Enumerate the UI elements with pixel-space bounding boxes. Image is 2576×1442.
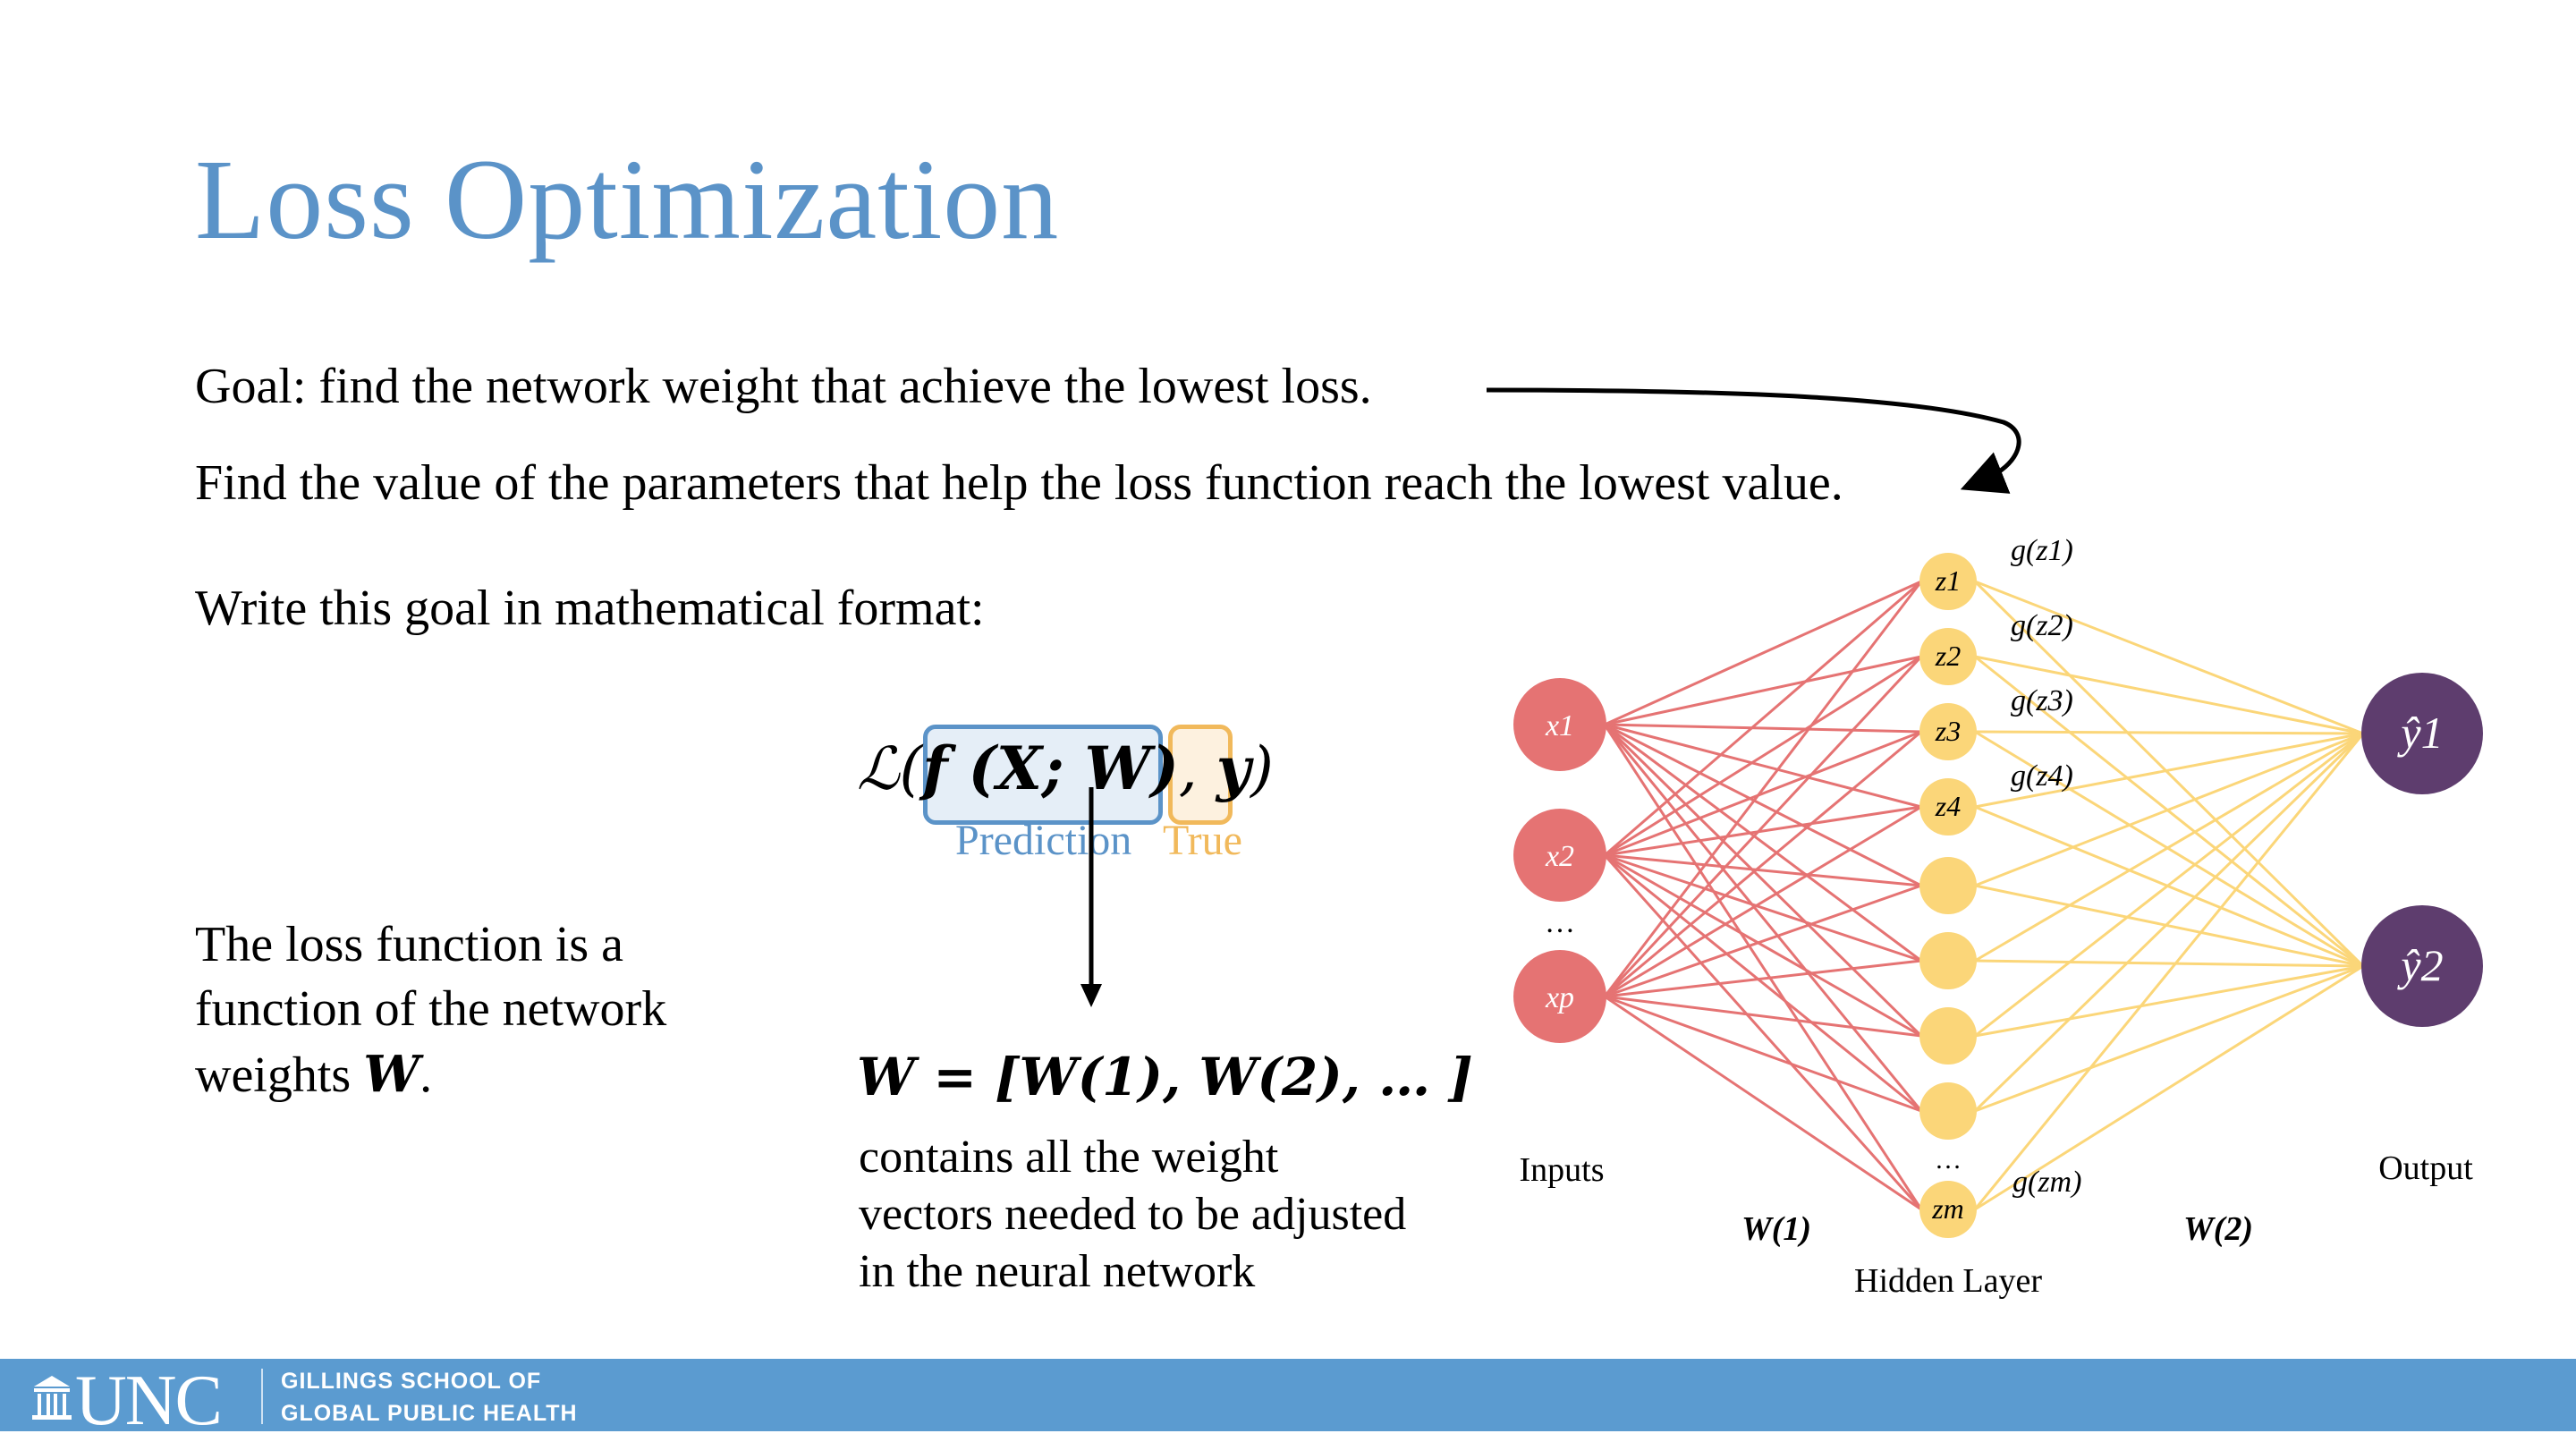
edge-hidden-output	[1974, 730, 2364, 735]
weights-formula: W = [W(1), W(2), … ]	[857, 1047, 1473, 1107]
hidden-label-z2: z2	[1935, 640, 1961, 672]
true-label: True	[1163, 817, 1242, 864]
hidden-node	[1919, 857, 1977, 914]
weights-caption-line-3: in the neural network	[859, 1246, 1256, 1297]
edge-hidden-output	[1974, 964, 2364, 1038]
down-arrow	[1080, 787, 1102, 1007]
hidden-ellipsis: …	[1935, 1145, 1962, 1175]
prediction-expr: f (X; W)	[922, 734, 1179, 803]
output-label-y2: ŷ2	[2396, 940, 2443, 990]
loss-desc-line-1: The loss function is a	[195, 917, 624, 972]
old-well-icon	[32, 1376, 72, 1420]
footer-divider	[261, 1369, 263, 1424]
hidden-node	[1919, 932, 1977, 989]
hidden-label-zm: zm	[1931, 1192, 1964, 1225]
edge-input-hidden	[1604, 580, 1922, 726]
activation-g-z2: g(z2)	[2011, 609, 2073, 642]
loss-desc-period: .	[419, 1048, 433, 1103]
input-hidden-edges	[1603, 580, 1923, 1211]
footer-line-2: GLOBAL PUBLIC HEALTH	[281, 1401, 578, 1426]
activation-g-z3: g(z3)	[2011, 684, 2073, 717]
edge-input-hidden	[1604, 723, 1922, 963]
goal-text: Goal: find the network weight that achie…	[195, 359, 1372, 414]
unc-logo: UNC	[75, 1361, 223, 1440]
input-label-x2: x2	[1545, 840, 1574, 873]
footer-line-1: GILLINGS SCHOOL OF	[281, 1369, 542, 1394]
activation-g-z4: g(z4)	[2011, 759, 2073, 793]
weights-caption-line-1: contains all the weight	[859, 1132, 1279, 1183]
hidden-node	[1919, 1007, 1977, 1065]
edge-input-hidden	[1604, 995, 1922, 1211]
edge-input-hidden	[1604, 723, 1922, 734]
hidden-output-edges	[1973, 580, 2365, 1211]
hidden-layer-label: Hidden Layer	[1854, 1262, 2042, 1300]
hidden-label-z3: z3	[1935, 715, 1961, 747]
slide-title: Loss Optimization	[195, 136, 1060, 263]
activation-g-zm: g(zm)	[2012, 1166, 2081, 1199]
edge-hidden-output	[1974, 732, 2364, 887]
edge-input-hidden	[1604, 723, 1922, 887]
hidden-label-z1: z1	[1935, 564, 1961, 597]
output-label: Output	[2378, 1149, 2473, 1187]
loss-desc-line-3: weights W.	[195, 1045, 432, 1104]
w2-label: W(2)	[2183, 1210, 2253, 1248]
input-label-x1: x1	[1545, 709, 1574, 742]
edge-input-hidden	[1604, 853, 1922, 1113]
hidden-node	[1919, 1082, 1977, 1140]
neural-network-diagram: x1 x2 xp … z1 z2 z3 z4 zm … g(z1) g(z2) …	[1513, 534, 2483, 1300]
loss-desc-line-2: function of the network	[195, 981, 667, 1037]
edge-hidden-output	[1973, 733, 2365, 1210]
hidden-label-z4: z4	[1935, 790, 1961, 822]
loss-desc-weight-symbol: W	[363, 1045, 420, 1104]
activation-g-z1: g(z1)	[2011, 534, 2073, 567]
input-label-xp: xp	[1545, 981, 1574, 1014]
true-expr: y	[1216, 734, 1251, 803]
edge-hidden-output	[1974, 805, 2364, 968]
weights-caption: contains all the weight vectors needed t…	[859, 1129, 1406, 1301]
loss-desc-weights-word: weights	[195, 1048, 352, 1103]
edge-hidden-output	[1974, 959, 2364, 968]
formula-comma: ,	[1178, 734, 1198, 803]
weights-caption-line-2: vectors needed to be adjusted	[859, 1189, 1407, 1240]
edge-input-hidden	[1604, 655, 1922, 726]
inputs-label: Inputs	[1520, 1151, 1605, 1189]
output-label-y1: ŷ1	[2396, 708, 2443, 758]
goal-arrow	[1486, 387, 2021, 494]
loss-symbol-close: )	[1250, 734, 1274, 803]
write-goal-text: Write this goal in mathematical format:	[195, 581, 985, 636]
input-ellipsis: …	[1545, 906, 1575, 939]
edge-input-hidden	[1603, 581, 1923, 997]
loss-symbol-open: ℒ(	[857, 734, 923, 803]
w1-label: W(1)	[1741, 1210, 1811, 1248]
loss-formula: ℒ(f (X; W), y)	[857, 734, 1274, 803]
